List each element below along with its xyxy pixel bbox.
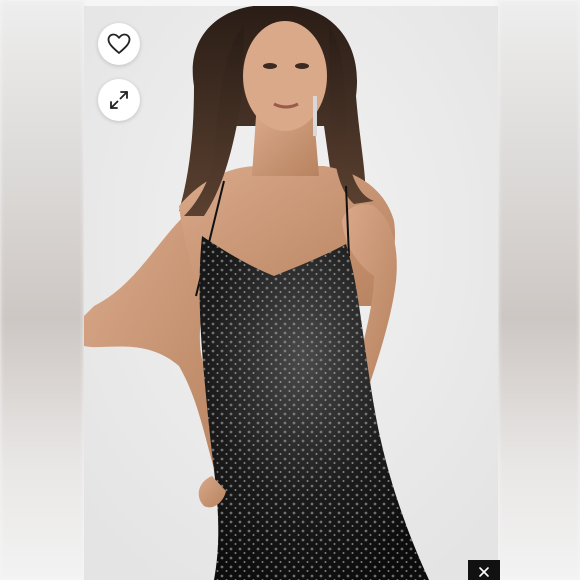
close-icon	[479, 567, 489, 577]
close-button[interactable]	[468, 560, 500, 580]
blurred-background-right	[498, 0, 580, 580]
earring	[313, 96, 317, 136]
left-eye	[263, 63, 277, 69]
heart-icon	[107, 33, 131, 54]
right-eye	[295, 63, 309, 69]
like-button[interactable]	[98, 23, 140, 65]
product-photo	[84, 6, 498, 580]
product-photo-illustration	[84, 6, 498, 580]
blurred-background-left	[0, 0, 84, 580]
expand-icon	[110, 91, 128, 109]
expand-button[interactable]	[98, 79, 140, 121]
